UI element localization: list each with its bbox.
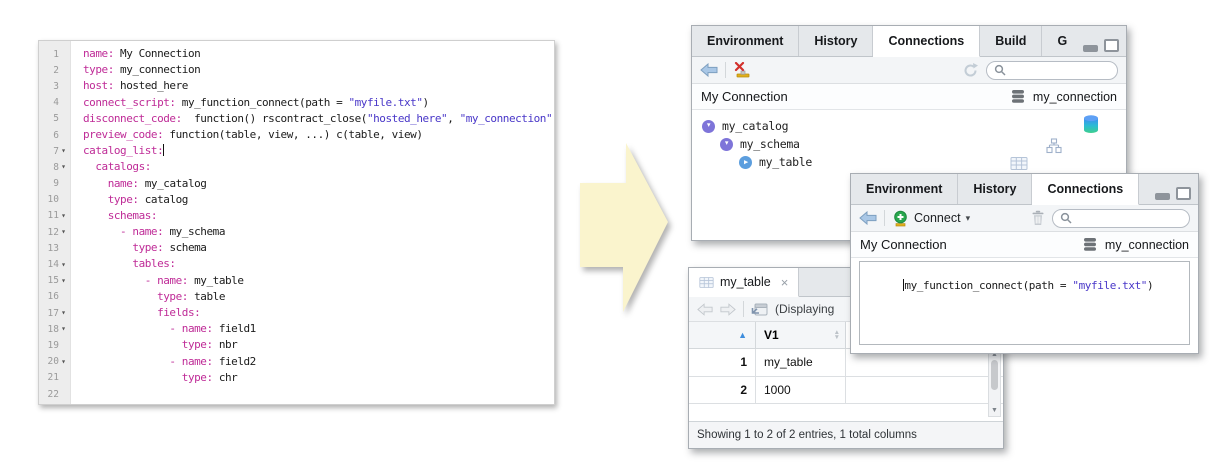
tab-history[interactable]: History: [799, 26, 873, 56]
table-icon: [699, 276, 714, 289]
connections-toolbar: [692, 57, 1126, 84]
connect-label: Connect: [914, 211, 961, 225]
disconnect-icon[interactable]: [733, 62, 751, 78]
close-tab-icon[interactable]: ×: [781, 275, 789, 290]
search-input[interactable]: [1076, 211, 1182, 225]
database-stack-icon: [1010, 89, 1026, 104]
nav-forward-icon[interactable]: [720, 303, 736, 316]
minimize-pane-icon[interactable]: [1083, 45, 1098, 52]
pane-tab-bar: Environment History Connections: [851, 174, 1198, 205]
connection-header-row: My Connection my_connection: [692, 84, 1126, 110]
new-connection-icon: [892, 210, 909, 227]
search-icon: [1060, 212, 1072, 224]
viewer-tab-label: my_table: [720, 275, 771, 289]
pane-tab-bar: Environment History Connections Build G: [692, 26, 1126, 57]
chevron-down-icon: ▾: [966, 213, 971, 224]
tree-label: my_schema: [740, 137, 800, 151]
tree-label: my_table: [759, 155, 812, 169]
row-number-cell: 2: [689, 377, 756, 404]
tab-connections[interactable]: Connections: [873, 26, 980, 57]
editor-gutter[interactable]: 1234567▾8▾91011▾12▾1314▾15▾1617▾18▾1920▾…: [39, 41, 71, 404]
connections-search[interactable]: [986, 61, 1118, 80]
table-icon: [1010, 156, 1028, 174]
value-cell: 1000: [756, 377, 846, 404]
connections-pane-front: Environment History Connections: [850, 173, 1199, 354]
fold-arrow-icon[interactable]: ▾: [59, 358, 68, 366]
column-header-v1[interactable]: V1 ▲▼: [756, 322, 846, 348]
displaying-text: (Displaying: [775, 302, 834, 316]
collapse-chevron-icon[interactable]: ▾: [720, 138, 733, 151]
tab-my-table[interactable]: my_table ×: [689, 268, 799, 297]
expand-play-icon[interactable]: ▶: [739, 156, 752, 169]
search-icon: [994, 64, 1006, 76]
transform-arrow: [556, 126, 676, 326]
trash-icon[interactable]: [1031, 210, 1045, 226]
database-icon: [1083, 115, 1099, 137]
scroll-down-icon[interactable]: ▼: [991, 406, 998, 416]
fold-arrow-icon[interactable]: ▾: [59, 228, 68, 236]
connect-code-box[interactable]: my_function_connect(path = "myfile.txt"): [859, 261, 1190, 345]
fold-arrow-icon[interactable]: ▾: [59, 147, 68, 155]
connections-toolbar: Connect ▾: [851, 205, 1198, 232]
column-label: V1: [764, 328, 779, 342]
connections-tree: ▾ my_catalog ▾ my_schema ▶ my_table: [692, 110, 1126, 171]
tab-environment[interactable]: Environment: [851, 174, 958, 204]
minimize-pane-icon[interactable]: [1155, 193, 1170, 200]
maximize-pane-icon[interactable]: [1176, 187, 1191, 200]
search-input[interactable]: [1010, 63, 1110, 77]
connect-code-line: my_function_connect(path = "myfile.txt"): [904, 279, 1153, 292]
entries-summary: Showing 1 to 2 of 2 entries, 1 total col…: [697, 429, 917, 441]
collapse-chevron-icon[interactable]: ▾: [702, 120, 715, 133]
connection-name: My Connection: [701, 89, 788, 104]
sort-ascending-icon: ▲: [738, 330, 747, 340]
tab-git-clipped[interactable]: G: [1042, 26, 1071, 56]
maximize-pane-icon[interactable]: [1104, 39, 1119, 52]
fold-arrow-icon[interactable]: ▾: [59, 277, 68, 285]
tab-connections[interactable]: Connections: [1032, 174, 1139, 205]
connection-name: My Connection: [860, 237, 947, 252]
connection-header-row: My Connection my_connection: [851, 232, 1198, 258]
tree-label: my_catalog: [722, 119, 788, 133]
back-arrow-icon[interactable]: [859, 211, 877, 225]
row-number-header[interactable]: ▲: [689, 322, 756, 348]
tab-environment[interactable]: Environment: [692, 26, 799, 56]
text-cursor: [163, 144, 164, 156]
fold-arrow-icon[interactable]: ▾: [59, 163, 68, 171]
refresh-icon[interactable]: [962, 62, 979, 79]
schema-icon: [1046, 138, 1062, 158]
viewer-status-bar: Showing 1 to 2 of 2 entries, 1 total col…: [689, 421, 1003, 448]
vertical-scrollbar[interactable]: ▲ ▼: [988, 349, 1001, 417]
table-row: 2 1000: [689, 377, 1003, 405]
editor-code-lines[interactable]: name: My Connectiontype: my_connectionho…: [71, 41, 554, 404]
tab-history[interactable]: History: [958, 174, 1032, 204]
tab-build[interactable]: Build: [980, 26, 1042, 56]
connection-id: my_connection: [1105, 238, 1189, 252]
back-arrow-icon[interactable]: [700, 63, 718, 77]
scrollbar-thumb[interactable]: [991, 360, 998, 390]
connections-search[interactable]: [1052, 209, 1190, 228]
database-stack-icon: [1082, 237, 1098, 252]
screenshot-canvas: 1234567▾8▾91011▾12▾1314▾15▾1617▾18▾1920▾…: [0, 0, 1210, 463]
fold-arrow-icon[interactable]: ▾: [59, 261, 68, 269]
connection-id: my_connection: [1033, 90, 1117, 104]
tree-item-my-catalog[interactable]: ▾ my_catalog: [692, 117, 1126, 135]
sort-toggle-icon: ▲▼: [834, 330, 840, 340]
open-in-new-window-icon[interactable]: [751, 302, 768, 316]
new-connection-button[interactable]: Connect ▾: [892, 210, 970, 227]
nav-back-icon[interactable]: [697, 303, 713, 316]
value-cell: my_table: [756, 349, 846, 376]
row-number-cell: 1: [689, 349, 756, 376]
yaml-editor[interactable]: 1234567▾8▾91011▾12▾1314▾15▾1617▾18▾1920▾…: [38, 40, 555, 405]
fold-arrow-icon[interactable]: ▾: [59, 309, 68, 317]
fold-arrow-icon[interactable]: ▾: [59, 212, 68, 220]
fold-arrow-icon[interactable]: ▾: [59, 325, 68, 333]
arrow-shape: [580, 143, 668, 312]
